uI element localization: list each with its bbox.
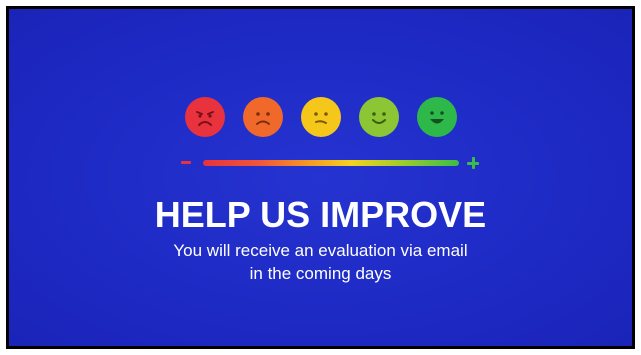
satisfaction-scale (181, 157, 481, 170)
subtitle-line-2: in the coming days (249, 264, 392, 283)
subtitle-line-1: You will receive an evaluation via email (173, 241, 468, 260)
satisfied-face-icon (358, 97, 399, 137)
subtitle: You will receive an evaluation via email… (9, 239, 632, 285)
headline: HELP US IMPROVE (154, 194, 487, 235)
gradient-scale-bar (203, 160, 459, 166)
plus-icon (467, 157, 479, 169)
very-dissatisfied-face-icon (184, 97, 225, 137)
neutral-face-icon (300, 97, 341, 137)
minus-icon (181, 161, 191, 164)
dissatisfied-face-icon (242, 97, 283, 137)
rating-faces (9, 97, 632, 137)
very-satisfied-face-icon (416, 97, 457, 137)
feedback-banner: HELP US IMPROVE You will receive an eval… (6, 6, 635, 349)
